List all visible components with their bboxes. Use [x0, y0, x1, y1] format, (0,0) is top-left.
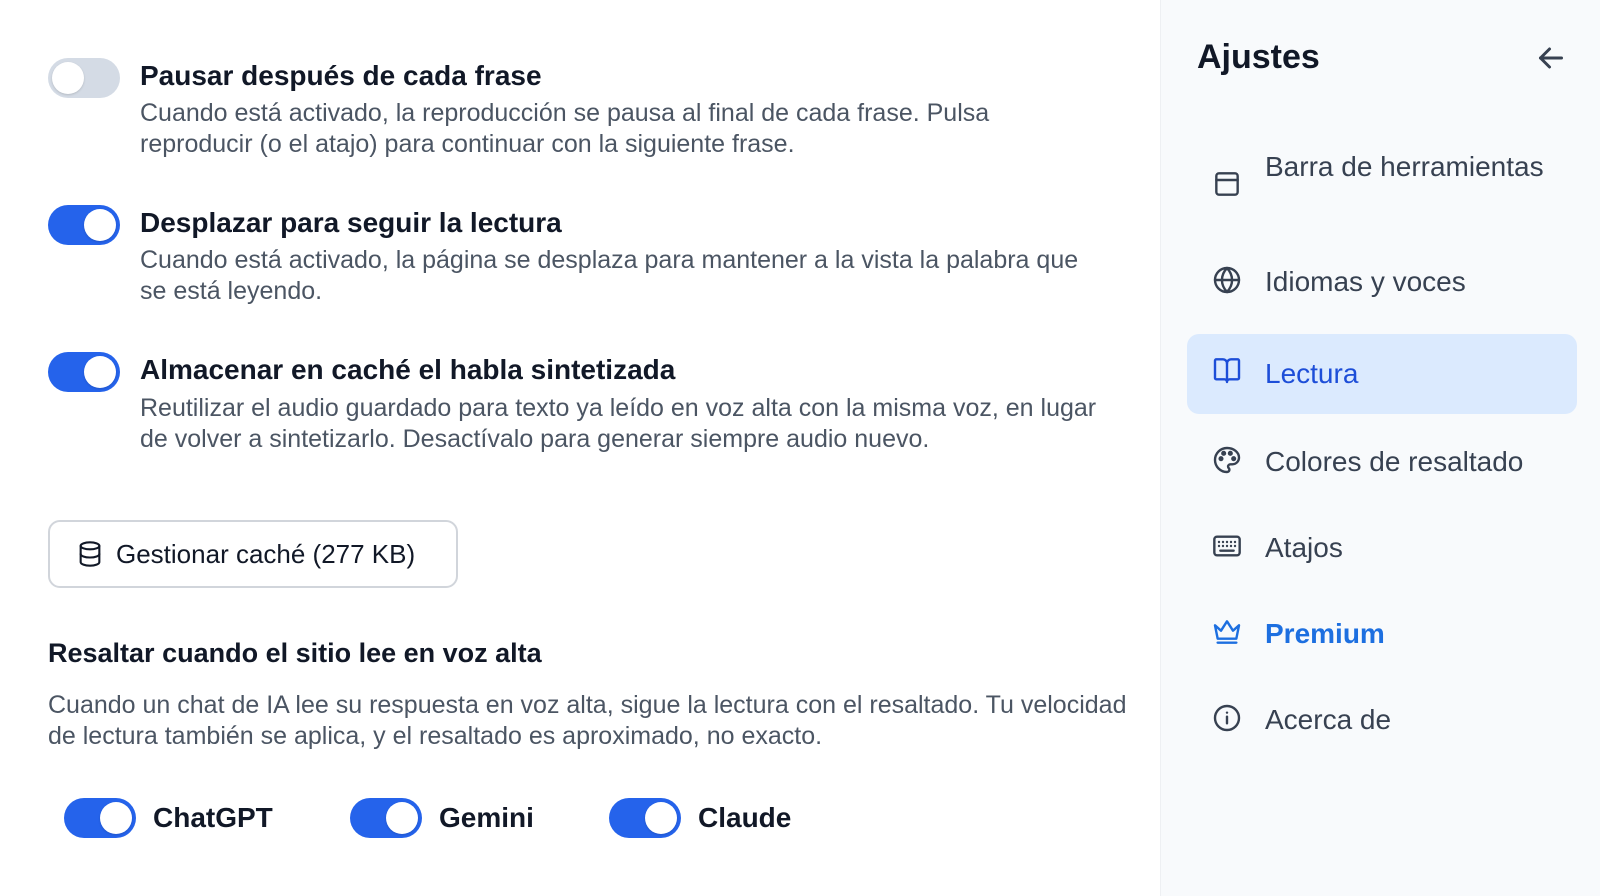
- manage-cache-button[interactable]: Gestionar caché (277 KB): [48, 520, 458, 588]
- sidebar-item-reading[interactable]: Lectura: [1187, 334, 1577, 414]
- gemini-toggle[interactable]: [350, 798, 422, 838]
- site-toggle-claude: Claude: [609, 798, 791, 838]
- sidebar-item-label: Barra de herramientas: [1265, 151, 1544, 182]
- toggle-knob: [84, 356, 116, 388]
- site-toggle-gemini: Gemini: [350, 798, 534, 838]
- sidebar-item-label: Lectura: [1265, 358, 1359, 389]
- setting-description: Reutilizar el audio guardado para texto …: [140, 394, 1097, 453]
- site-label: ChatGPT: [153, 802, 273, 833]
- claude-toggle[interactable]: [609, 798, 681, 838]
- palette-icon: [1211, 444, 1243, 476]
- cache-speech-toggle[interactable]: [48, 352, 120, 392]
- sidebar-item-about[interactable]: Acerca de: [1187, 688, 1577, 752]
- reading-settings-panel: Pausar después de cada frase Cuando está…: [0, 0, 1160, 896]
- pause-after-sentence-toggle[interactable]: [48, 58, 120, 98]
- sidebar-item-label: Colores de resaltado: [1265, 446, 1524, 477]
- settings-sidebar: Ajustes Barra de herramientas Idiomas y …: [1160, 0, 1600, 896]
- manage-cache-label: Gestionar caché (277 KB): [116, 538, 416, 569]
- section-description: Cuando un chat de IA lee su respuesta en…: [48, 691, 1127, 750]
- toolbar-icon: [1211, 168, 1243, 200]
- sidebar-item-label: Acerca de: [1265, 704, 1392, 735]
- toggle-knob: [84, 209, 116, 241]
- section-title: Resaltar cuando el sitio lee en voz alta: [48, 638, 542, 668]
- sidebar-item-premium[interactable]: Premium: [1187, 602, 1577, 666]
- sidebar-item-languages[interactable]: Idiomas y voces: [1187, 250, 1577, 314]
- globe-icon: [1211, 264, 1243, 296]
- chatgpt-toggle[interactable]: [64, 798, 136, 838]
- keyboard-icon: [1211, 530, 1243, 562]
- arrow-left-icon: [1533, 40, 1569, 76]
- setting-title: Desplazar para seguir la lectura: [140, 207, 562, 238]
- sidebar-item-highlight-colors[interactable]: Colores de resaltado: [1187, 430, 1577, 494]
- scroll-follow-toggle[interactable]: [48, 205, 120, 245]
- crown-icon: [1211, 616, 1243, 648]
- setting-title: Pausar después de cada frase: [140, 60, 542, 91]
- setting-description: Cuando está activado, la página se despl…: [140, 246, 1079, 305]
- site-toggle-chatgpt: ChatGPT: [64, 798, 273, 838]
- sidebar-item-toolbar[interactable]: Barra de herramientas: [1187, 144, 1577, 226]
- setting-description: Cuando está activado, la reproducción se…: [140, 99, 990, 158]
- toggle-knob: [52, 62, 84, 94]
- toggle-knob: [645, 802, 677, 834]
- back-button[interactable]: [1533, 40, 1569, 76]
- setting-title: Almacenar en caché el habla sintetizada: [140, 354, 676, 385]
- database-icon: [76, 540, 104, 568]
- book-icon: [1211, 354, 1243, 386]
- sidebar-title: Ajustes: [1197, 38, 1320, 76]
- sidebar-item-label: Atajos: [1265, 532, 1343, 563]
- sidebar-item-label: Premium: [1265, 618, 1385, 649]
- sidebar-item-label: Idiomas y voces: [1265, 266, 1466, 297]
- site-label: Gemini: [439, 802, 534, 833]
- toggle-knob: [100, 802, 132, 834]
- site-label: Claude: [698, 802, 792, 833]
- info-icon: [1211, 702, 1243, 734]
- toggle-knob: [386, 802, 418, 834]
- sidebar-item-shortcuts[interactable]: Atajos: [1187, 516, 1577, 580]
